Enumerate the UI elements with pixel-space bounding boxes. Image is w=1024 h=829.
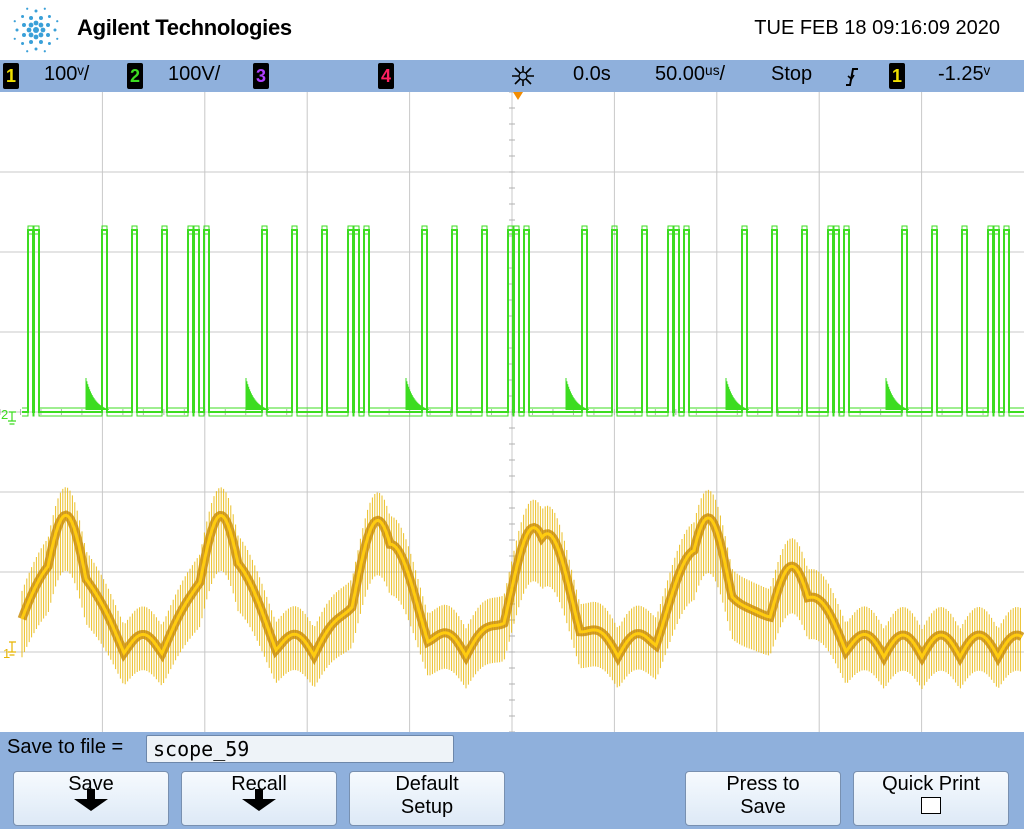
channel-2-scale: 100V/ [168, 63, 221, 85]
run-state[interactable]: Stop [771, 63, 812, 86]
down-arrow-icon [74, 789, 108, 811]
waveform-display[interactable]: 2 1 [0, 92, 1024, 732]
status-bar: 1 100ᵛ/ 2 100V/ 3 4 0.0s 50.00ᵘˢ/ Stop 1… [0, 60, 1024, 92]
falling-edge-icon [846, 68, 858, 86]
press-to-save-line1: Press to [726, 773, 800, 795]
trigger-position-marker[interactable] [513, 92, 523, 100]
date-time: TUE FEB 18 09:16:09 2020 [754, 17, 1000, 39]
press-to-save-button[interactable]: Press to Save [685, 771, 841, 826]
press-to-save-line2: Save [740, 796, 786, 818]
softkey-panel: Save to file = scope_59 Save Recall Defa… [0, 732, 1024, 829]
quick-print-button[interactable]: Quick Print [853, 771, 1009, 826]
default-setup-button[interactable]: Default Setup [349, 771, 505, 826]
svg-text:2: 2 [1, 407, 8, 422]
channel-2-waveform [22, 225, 1024, 417]
trigger-source-badge[interactable]: 1 [889, 63, 905, 89]
filename-field[interactable]: scope_59 [146, 735, 454, 763]
channel-3-badge[interactable]: 3 [253, 63, 269, 89]
default-setup-line2: Setup [400, 796, 454, 818]
acquisition-icon [512, 66, 534, 86]
waveform-canvas[interactable]: 2 1 [0, 92, 1024, 732]
channel-1-ground-marker[interactable]: 1 [3, 641, 16, 661]
horizontal-delay: 0.0s [573, 63, 611, 85]
channel-1-badge[interactable]: 1 [3, 63, 19, 89]
svg-text:1: 1 [3, 646, 10, 661]
brand-name: Agilent Technologies [77, 15, 292, 40]
quick-print-label: Quick Print [882, 773, 980, 795]
channel-4-badge[interactable]: 4 [378, 63, 394, 89]
channel-1-scale: 100ᵛ/ [44, 63, 90, 85]
channel-1-waveform [17, 487, 1024, 689]
timebase-scale: 50.00ᵘˢ/ [655, 63, 726, 85]
trigger-level: -1.25ᵛ [938, 63, 991, 85]
header-bar: Agilent Technologies TUE FEB 18 09:16:09… [0, 0, 1024, 60]
channel-2-badge[interactable]: 2 [127, 63, 143, 89]
save-to-file-label: Save to file = [7, 736, 124, 758]
channel-2-ground-marker[interactable]: 2 [1, 407, 16, 425]
default-setup-line1: Default [395, 773, 459, 795]
agilent-spark-logo-icon [13, 7, 59, 53]
save-button[interactable]: Save [13, 771, 169, 826]
recall-button[interactable]: Recall [181, 771, 337, 826]
down-arrow-icon [242, 789, 276, 811]
checkbox-icon [921, 797, 941, 814]
